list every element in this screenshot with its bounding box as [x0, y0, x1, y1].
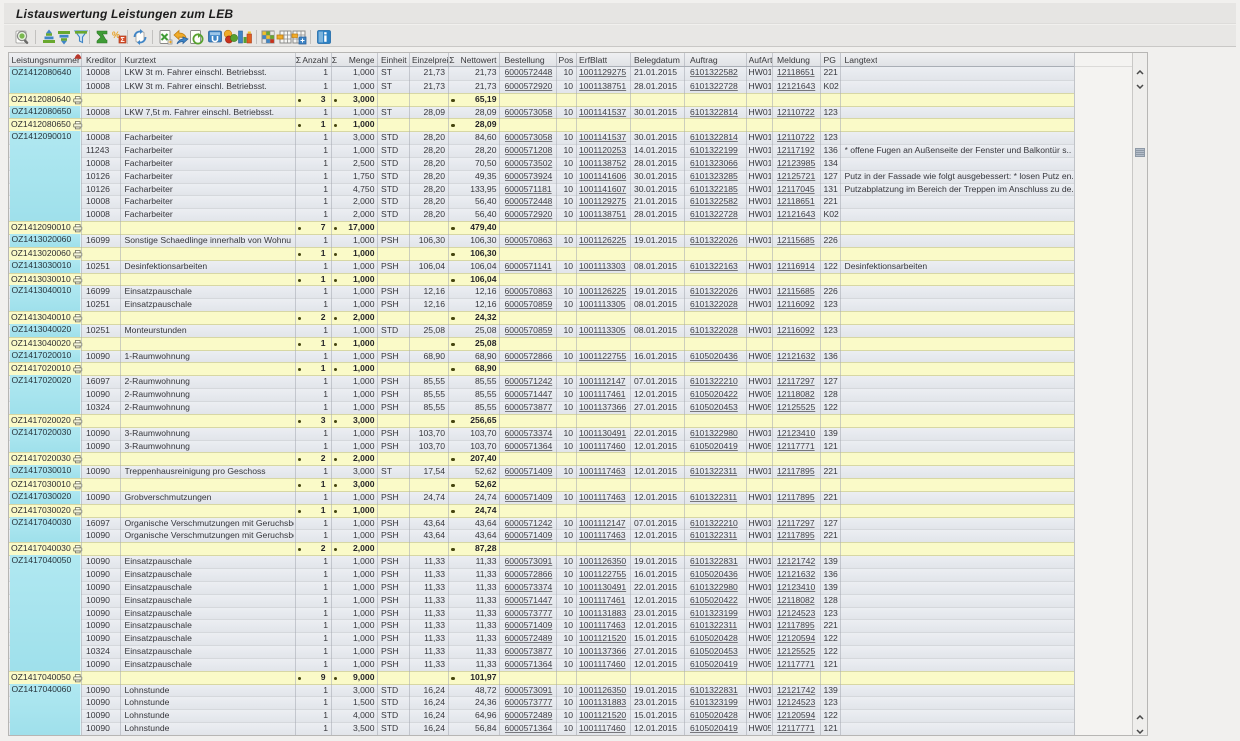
svg-text:Σ: Σ	[120, 37, 124, 44]
